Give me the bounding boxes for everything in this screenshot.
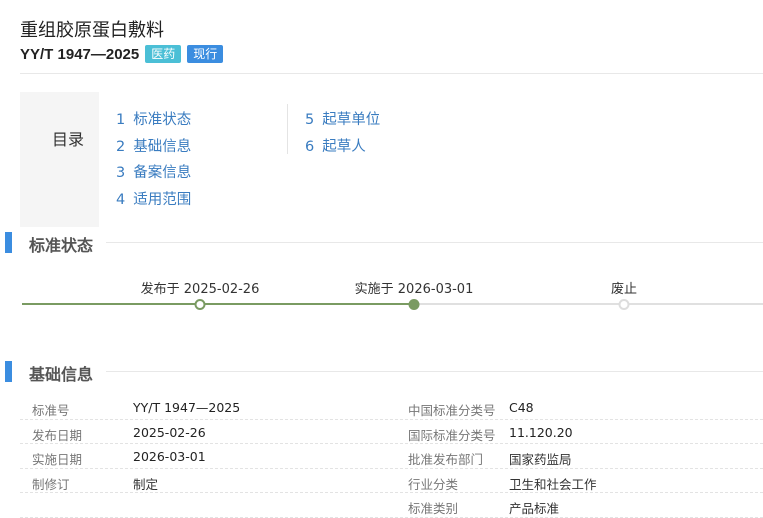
basic-info-table: 标准号 YY/T 1947—2025 中国标准分类号 C48 发布日期 2025… bbox=[20, 395, 763, 518]
table-row: 发布日期 2025-02-26 国际标准分类号 11.120.20 bbox=[20, 420, 763, 444]
field-value: YY/T 1947—2025 bbox=[133, 400, 241, 415]
table-of-contents: 目录 1 标准状态 2 基础信息 3 备案信息 4 适用范围 5 起草单位 6 起草人 bbox=[20, 92, 763, 227]
field-label: 发布日期 bbox=[32, 427, 83, 443]
page-title: 重组胶原蛋白敷料 bbox=[20, 20, 164, 41]
field-value: 2026-03-01 bbox=[133, 449, 206, 464]
field-value: 2025-02-26 bbox=[133, 424, 206, 440]
toc-number: 2 bbox=[116, 138, 126, 155]
toc-link-filing-info[interactable]: 3 备案信息 bbox=[116, 162, 191, 189]
timeline-node-abolished bbox=[618, 298, 630, 310]
table-row: 标准类别 产品标准 bbox=[20, 493, 763, 518]
field-value: 卫生和社会工作 bbox=[509, 476, 597, 492]
toc-label-box: 目录 bbox=[20, 92, 99, 227]
header-divider bbox=[20, 73, 763, 74]
toc-column-2: 5 起草单位 6 起草人 bbox=[305, 109, 380, 162]
timeline-node-published bbox=[194, 298, 206, 310]
field-value: 产品标准 bbox=[509, 501, 560, 516]
section-divider bbox=[106, 371, 763, 372]
toc-column-1: 1 标准状态 2 基础信息 3 备案信息 4 适用范围 bbox=[116, 109, 191, 215]
timeline-label-abolished: 废止 bbox=[610, 282, 638, 297]
field-label: 制修订 bbox=[32, 476, 70, 492]
basic-info-section-header: 基础信息 bbox=[0, 360, 763, 384]
section-accent-bar bbox=[5, 361, 12, 382]
table-row: 制修订 制定 行业分类 卫生和社会工作 bbox=[20, 469, 763, 493]
standard-code-row: YY/T 1947—2025 医药 现行 bbox=[20, 45, 224, 63]
field-label: 实施日期 bbox=[32, 452, 83, 467]
timeline-label-published: 发布于 2025-02-26 bbox=[140, 282, 260, 297]
field-label: 标准类别 bbox=[408, 501, 459, 516]
toc-item-label: 标准状态 bbox=[133, 112, 192, 128]
section-accent-bar bbox=[5, 232, 12, 253]
field-label: 批准发布部门 bbox=[408, 452, 484, 467]
field-label: 国际标准分类号 bbox=[408, 427, 496, 443]
table-row: 标准号 YY/T 1947—2025 中国标准分类号 C48 bbox=[20, 395, 763, 420]
toc-link-status[interactable]: 1 标准状态 bbox=[116, 109, 191, 136]
toc-item-label: 基础信息 bbox=[133, 138, 192, 155]
toc-link-basic-info[interactable]: 2 基础信息 bbox=[116, 136, 191, 163]
timeline-progress bbox=[22, 303, 414, 305]
toc-item-label: 起草单位 bbox=[322, 112, 381, 128]
toc-label: 目录 bbox=[52, 130, 85, 149]
toc-item-label: 备案信息 bbox=[133, 165, 192, 181]
category-badge: 医药 bbox=[145, 45, 182, 63]
section-divider bbox=[106, 242, 763, 243]
toc-item-label: 适用范围 bbox=[133, 191, 192, 208]
timeline-label-effective: 实施于 2026-03-01 bbox=[354, 282, 474, 297]
field-label: 标准号 bbox=[32, 403, 70, 418]
toc-link-scope[interactable]: 4 适用范围 bbox=[116, 189, 191, 216]
toc-link-drafters[interactable]: 6 起草人 bbox=[305, 136, 380, 163]
field-value: 11.120.20 bbox=[509, 424, 573, 440]
toc-number: 4 bbox=[116, 191, 126, 208]
status-section-header: 标准状态 bbox=[0, 231, 763, 255]
section-title: 标准状态 bbox=[29, 236, 94, 255]
toc-item-label: 起草人 bbox=[322, 138, 366, 155]
timeline-node-effective bbox=[408, 298, 420, 310]
status-timeline: 发布于 2025-02-26 实施于 2026-03-01 废止 bbox=[0, 270, 763, 320]
toc-divider bbox=[287, 104, 288, 154]
field-value: 国家药监局 bbox=[509, 452, 572, 467]
toc-number: 6 bbox=[305, 138, 315, 155]
toc-link-drafting-units[interactable]: 5 起草单位 bbox=[305, 109, 380, 136]
toc-number: 5 bbox=[305, 112, 315, 128]
toc-number: 1 bbox=[116, 112, 126, 128]
standard-code: YY/T 1947—2025 bbox=[20, 45, 140, 63]
field-label: 中国标准分类号 bbox=[408, 403, 496, 418]
section-title: 基础信息 bbox=[29, 365, 94, 384]
toc-number: 3 bbox=[116, 165, 126, 181]
table-row: 实施日期 2026-03-01 批准发布部门 国家药监局 bbox=[20, 444, 763, 469]
status-badge: 现行 bbox=[187, 45, 224, 63]
field-label: 行业分类 bbox=[408, 476, 459, 492]
field-value: C48 bbox=[509, 400, 534, 415]
field-value: 制定 bbox=[133, 476, 159, 492]
